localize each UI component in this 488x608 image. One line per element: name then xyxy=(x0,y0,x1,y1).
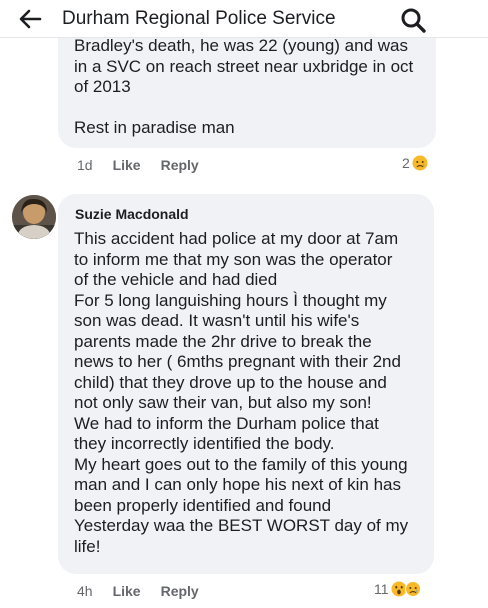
comment-actions: 4h Like Reply xyxy=(77,583,219,599)
avatar[interactable] xyxy=(12,195,56,239)
top-bar: Durham Regional Police Service xyxy=(0,0,488,38)
reply-button[interactable]: Reply xyxy=(161,157,199,173)
comment-text: Bradley's death, he was 22 (young) and w… xyxy=(74,36,414,137)
sad-reaction-icon xyxy=(412,155,428,171)
like-button[interactable]: Like xyxy=(113,583,141,599)
comment-author[interactable]: Suzie Macdonald xyxy=(75,206,189,222)
reaction-count: 2 xyxy=(402,155,410,171)
arrow-left-icon[interactable] xyxy=(18,8,42,30)
like-button[interactable]: Like xyxy=(113,157,141,173)
reaction-summary[interactable]: 2 xyxy=(402,155,428,171)
page-title: Durham Regional Police Service xyxy=(62,8,336,29)
search-icon[interactable] xyxy=(399,6,427,34)
sad-reaction-icon xyxy=(404,581,421,597)
reaction-count: 11 xyxy=(374,581,389,597)
comment-timestamp: 1d xyxy=(77,157,93,173)
comment-text: This accident had police at my door at 7… xyxy=(74,229,409,556)
comment-actions: 1d Like Reply xyxy=(77,157,219,173)
reply-button[interactable]: Reply xyxy=(161,583,199,599)
comment-timestamp: 4h xyxy=(77,583,93,599)
reaction-summary[interactable]: 11 xyxy=(374,581,421,597)
